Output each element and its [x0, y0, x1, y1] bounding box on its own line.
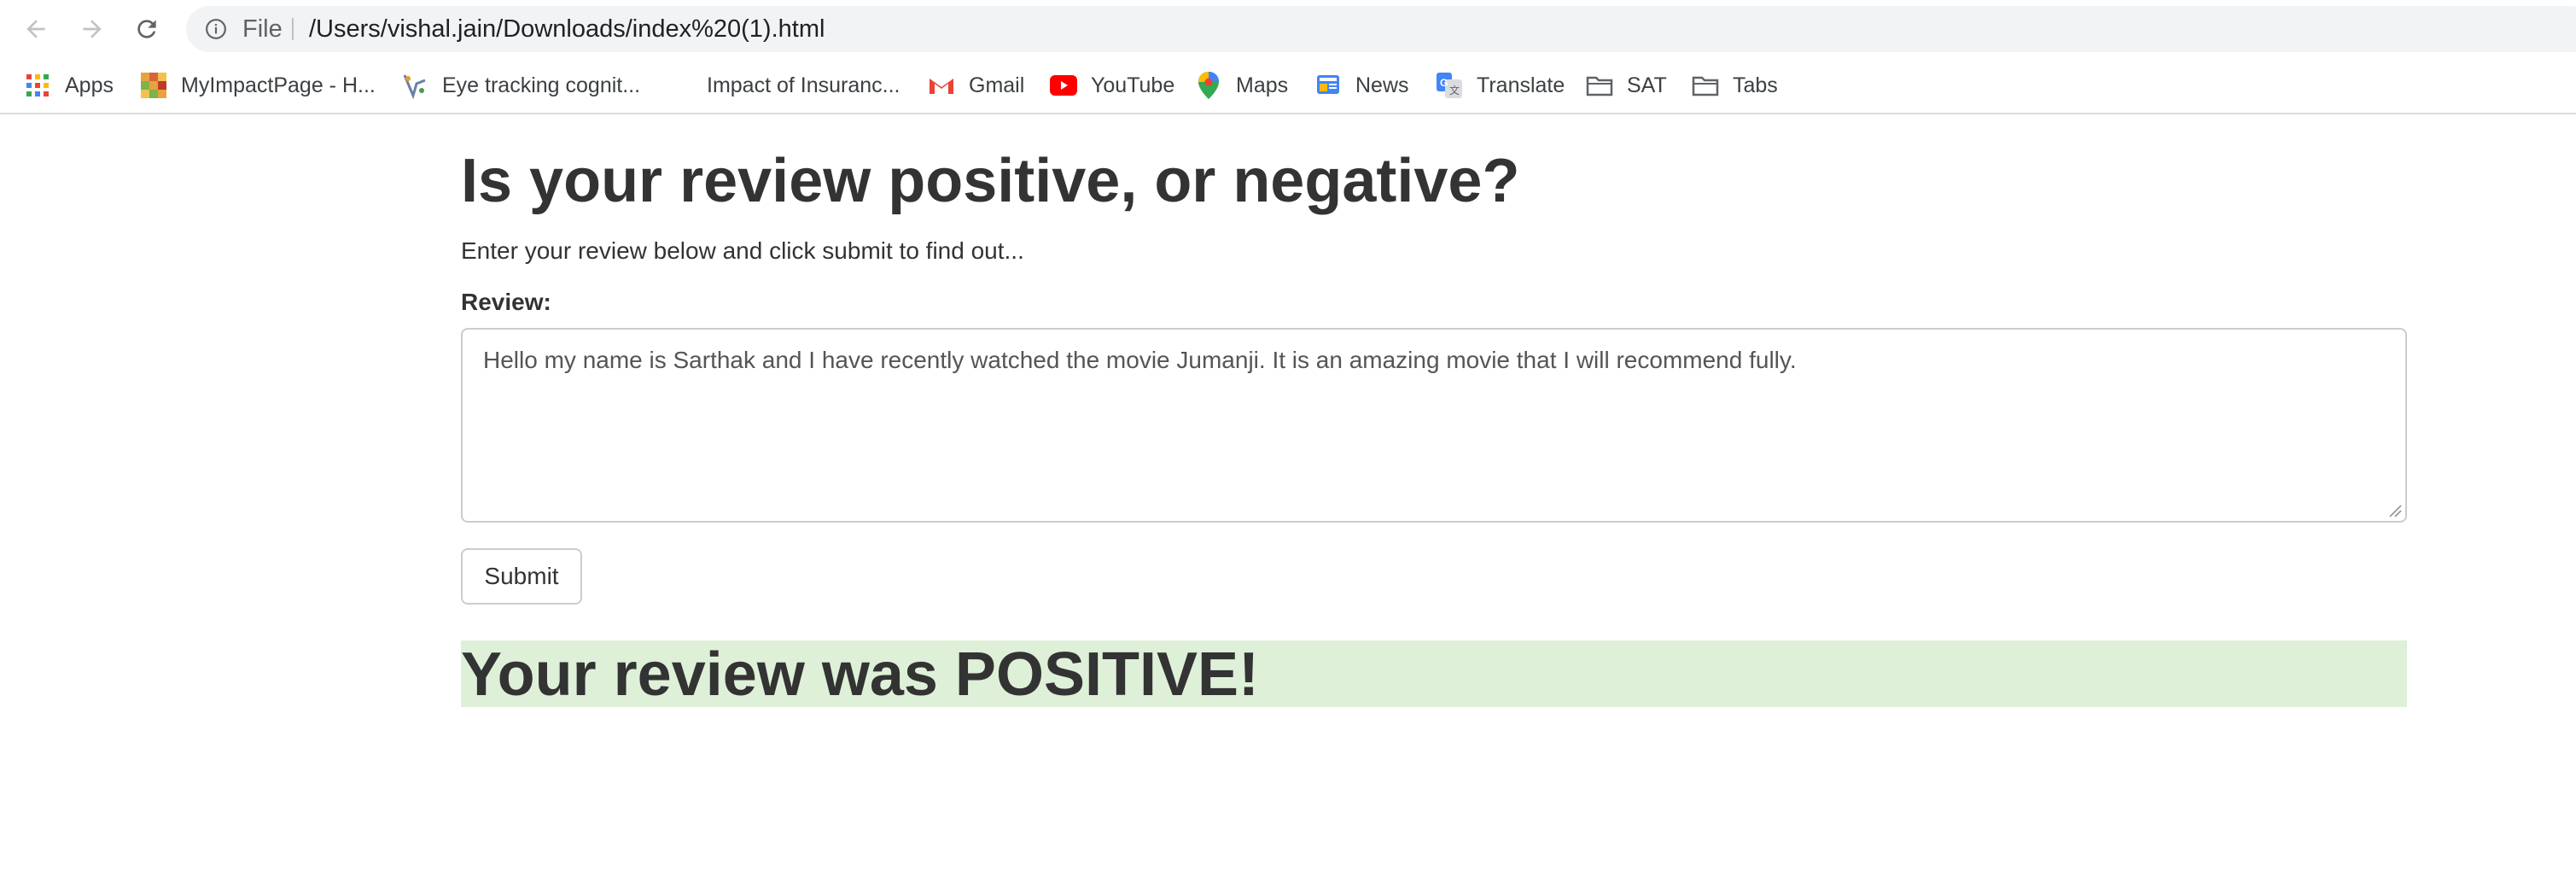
bookmark-impact-insurance[interactable]: Impact of Insuranc... — [666, 58, 900, 113]
maps-pin-icon — [1195, 72, 1222, 99]
submit-button[interactable]: Submit — [461, 548, 582, 605]
youtube-icon — [1050, 72, 1077, 99]
result-banner: Your review was POSITIVE! — [461, 640, 2407, 707]
blank-page-icon — [666, 72, 693, 99]
eye-tracking-icon — [401, 72, 428, 99]
url-text[interactable]: /Users/vishal.jain/Downloads/index%20(1)… — [309, 6, 825, 52]
bookmark-eye-tracking[interactable]: Eye tracking cognit... — [401, 58, 640, 113]
review-label: Review: — [461, 289, 551, 315]
review-textarea[interactable]: Hello my name is Sarthak and I have rece… — [461, 328, 2407, 523]
scheme-label: File — [242, 15, 283, 43]
bookmark-label: Translate — [1477, 73, 1565, 97]
news-icon — [1314, 72, 1342, 99]
resize-grip-icon[interactable] — [2387, 502, 2402, 517]
bookmark-folder-tabs[interactable]: Tabs — [1692, 58, 1778, 113]
svg-text:文: 文 — [1449, 84, 1460, 96]
bookmark-maps[interactable]: Maps — [1195, 58, 1288, 113]
apps-grid-icon — [24, 72, 51, 99]
myimpactpage-icon — [140, 72, 167, 99]
gmail-icon — [928, 72, 955, 99]
bookmark-apps[interactable]: Apps — [24, 58, 114, 113]
folder-icon — [1692, 72, 1719, 99]
translate-icon: G 文 — [1436, 72, 1463, 99]
svg-text:G: G — [1440, 77, 1448, 89]
bookmark-label: SAT — [1627, 73, 1667, 97]
bookmark-label: Gmail — [969, 73, 1025, 97]
bookmark-gmail[interactable]: Gmail — [928, 58, 1024, 113]
page-subtitle: Enter your review below and click submit… — [461, 237, 1024, 264]
browser-toolbar: File /Users/vishal.jain/Downloads/index%… — [0, 0, 2576, 58]
bookmark-myimpactpage[interactable]: MyImpactPage - H... — [140, 58, 376, 113]
result-text: Your review was POSITIVE! — [461, 640, 1259, 709]
bookmark-news[interactable]: News — [1314, 58, 1409, 113]
bookmark-label: MyImpactPage - H... — [181, 73, 376, 97]
back-button[interactable] — [19, 12, 53, 46]
bookmark-label: News — [1355, 73, 1409, 97]
forward-button[interactable] — [75, 12, 109, 46]
back-arrow-icon — [26, 20, 45, 38]
bookmark-label: YouTube — [1091, 73, 1175, 97]
bookmark-youtube[interactable]: YouTube — [1050, 58, 1174, 113]
bookmark-label: Tabs — [1733, 73, 1778, 97]
bookmark-translate[interactable]: G 文 Translate — [1436, 58, 1565, 113]
bookmark-label: Impact of Insuranc... — [707, 73, 900, 97]
bookmark-label: Apps — [65, 73, 114, 97]
bookmarks-bar: Apps MyImpactPage - H... Eye tracking co… — [0, 58, 2576, 114]
reload-button[interactable] — [130, 12, 164, 46]
page-title: Is your review positive, or negative? — [461, 147, 1520, 215]
reload-icon — [137, 20, 156, 38]
bookmark-label: Maps — [1236, 73, 1289, 97]
forward-arrow-icon — [83, 20, 102, 38]
bookmark-folder-sat[interactable]: SAT — [1586, 58, 1667, 113]
bookmark-label: Eye tracking cognit... — [442, 73, 641, 97]
folder-icon — [1586, 72, 1613, 99]
info-icon[interactable] — [205, 18, 227, 40]
address-bar[interactable]: File /Users/vishal.jain/Downloads/index%… — [186, 6, 2576, 52]
omnibox-divider — [292, 18, 294, 40]
